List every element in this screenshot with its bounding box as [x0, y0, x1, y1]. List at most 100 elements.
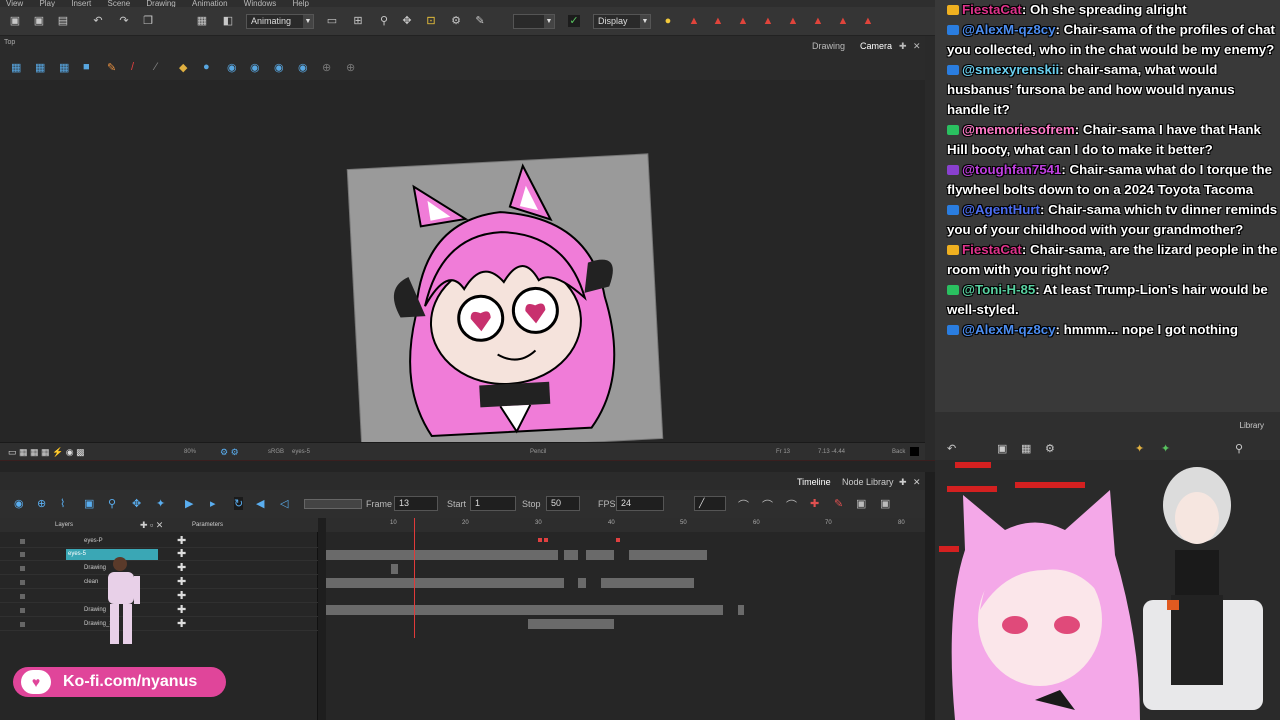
key-add-icon[interactable]: ✚ — [810, 497, 819, 510]
menu-help[interactable]: Help — [292, 0, 308, 7]
rig-icon[interactable]: ⚙ — [450, 15, 462, 27]
layer-visibility-toggle[interactable] — [20, 539, 25, 544]
track-row[interactable] — [326, 563, 925, 575]
keyframe-marker[interactable] — [616, 538, 620, 542]
layer-visibility-toggle[interactable] — [20, 552, 25, 557]
layer-row[interactable]: clean ✚ — [0, 576, 318, 589]
stop-field[interactable]: 50 — [546, 496, 580, 511]
play-icon[interactable]: ▶ — [185, 497, 193, 510]
exposure-block[interactable] — [326, 550, 558, 560]
layer-visibility-toggle[interactable] — [20, 622, 25, 627]
ease-icon[interactable]: ⌒ — [738, 497, 749, 513]
redo-icon[interactable]: ↷ — [118, 15, 130, 27]
layer-visibility-toggle[interactable] — [20, 594, 25, 599]
library-icon[interactable]: ↶ — [947, 442, 956, 455]
layer-row[interactable]: eyes-P ✚ — [0, 535, 318, 548]
add-tab-icon[interactable]: ✚ — [899, 41, 907, 52]
layer-row[interactable]: ✚ — [0, 590, 318, 603]
exposure-block[interactable] — [326, 578, 564, 588]
menu-view[interactable]: View — [6, 0, 23, 7]
frame-grid[interactable]: 10 20 30 40 50 60 70 80 — [326, 518, 925, 720]
layer-row[interactable]: Drawing_3 ✚ — [0, 618, 318, 631]
menu-play[interactable]: Play — [39, 0, 55, 7]
line-icon[interactable]: ⁄ — [155, 61, 157, 73]
copy-icon[interactable]: ❐ — [142, 15, 154, 27]
keyframe-icon[interactable]: ▲ — [812, 15, 824, 27]
layer-row[interactable]: eyes-5 ✚ — [0, 548, 318, 561]
ease-icon[interactable]: ⌒ — [762, 497, 773, 513]
tool-icon[interactable]: ▣ — [84, 497, 94, 510]
library-icon[interactable]: ▦ — [1021, 442, 1031, 455]
tab-node-library[interactable]: Node Library — [842, 477, 894, 487]
layer-visibility-toggle[interactable] — [20, 580, 25, 585]
bg-swatch[interactable] — [910, 447, 919, 456]
exposure-block[interactable] — [578, 578, 586, 588]
playhead[interactable] — [414, 518, 415, 638]
track-row[interactable] — [326, 577, 925, 589]
pencil-icon[interactable]: / — [131, 61, 134, 73]
keyframe-icon[interactable]: ▲ — [787, 15, 799, 27]
exposure-block[interactable] — [564, 550, 578, 560]
drawing-canvas[interactable] — [347, 154, 663, 442]
track-row[interactable] — [326, 549, 925, 561]
empty-select[interactable]: ▼ — [513, 14, 555, 29]
layer-row[interactable]: Drawing ✚ — [0, 562, 318, 575]
library-icon[interactable]: ✦ — [1135, 442, 1144, 455]
close-icon[interactable]: ✕ — [913, 477, 921, 488]
onion-icon[interactable]: ◉ — [250, 61, 260, 74]
add-icon[interactable]: ✚ — [177, 604, 186, 617]
loop-icon[interactable]: ↻ — [234, 497, 244, 510]
zoom-level[interactable]: 80% — [184, 443, 196, 461]
library-icon[interactable]: ⚲ — [1235, 442, 1243, 455]
save-icon[interactable]: ▣ — [9, 15, 21, 27]
layer-row[interactable]: Drawing ✚ — [0, 604, 318, 617]
layer-visibility-toggle[interactable] — [20, 608, 25, 613]
view-tool-icon[interactable]: ▦ — [59, 61, 69, 74]
track-row[interactable] — [326, 535, 925, 547]
library-icon[interactable]: ⚙ — [1045, 442, 1055, 455]
checkmark-icon[interactable]: ✓ — [568, 15, 580, 27]
onion-icon[interactable]: ◉ — [298, 61, 308, 74]
reset-icon[interactable]: ⊕ — [346, 61, 355, 74]
exposure-block[interactable] — [528, 619, 614, 629]
volume-icon[interactable]: ◁ — [280, 497, 288, 510]
reset-icon[interactable]: ⊕ — [322, 61, 331, 74]
keyframe-icon[interactable]: ▲ — [837, 15, 849, 27]
fps-field[interactable]: 24 — [616, 496, 664, 511]
lightbulb-icon[interactable]: ● — [662, 15, 674, 27]
layer-props-icon[interactable]: ▣ — [880, 497, 890, 510]
add-tab-icon[interactable]: ✚ — [899, 477, 907, 488]
layer-visibility-toggle[interactable] — [20, 566, 25, 571]
track-row[interactable] — [326, 618, 925, 630]
display-select[interactable]: Display ▼ — [593, 14, 651, 29]
paste-icon[interactable]: ▦ — [196, 15, 208, 27]
frame-ruler[interactable]: 10 20 30 40 50 60 70 80 — [326, 518, 925, 532]
keyframe-icon[interactable]: ▲ — [862, 15, 874, 27]
tab-timeline[interactable]: Timeline — [797, 477, 831, 487]
tool-icon[interactable]: ⚲ — [108, 497, 116, 510]
keyframe-icon[interactable]: ▲ — [688, 15, 700, 27]
menu-animation[interactable]: Animation — [192, 0, 228, 7]
keyframe-icon[interactable]: ▲ — [737, 15, 749, 27]
key-remove-icon[interactable]: ✎ — [834, 497, 843, 510]
tool-icon[interactable]: ⊕ — [37, 497, 46, 510]
menu-insert[interactable]: Insert — [71, 0, 91, 7]
view-scroll-strip[interactable] — [925, 36, 935, 460]
menu-drawing[interactable]: Drawing — [146, 0, 175, 7]
settings-icon[interactable]: ⚙ ⚙ — [220, 443, 239, 461]
start-field[interactable]: 1 — [470, 496, 516, 511]
frame-icon[interactable]: ▭ ▦ ▦ ▦ ⚡ ◉ ▩ — [8, 443, 85, 461]
close-icon[interactable]: ✕ — [913, 41, 921, 52]
timeline-separator[interactable] — [0, 460, 935, 472]
hierarchy-icon[interactable]: ⚲ — [378, 15, 390, 27]
keyframe-marker[interactable] — [544, 538, 548, 542]
paint-icon[interactable]: ◆ — [179, 61, 187, 74]
track-row[interactable] — [326, 604, 925, 616]
transform-icon[interactable]: ⊞ — [352, 15, 364, 27]
onion-icon[interactable]: ◉ — [227, 61, 237, 74]
tab-library[interactable]: Library — [1240, 421, 1264, 430]
ease-icon[interactable]: ⌒ — [786, 497, 797, 513]
undo-icon[interactable]: ↶ — [92, 15, 104, 27]
layer-props-icon[interactable]: ▣ — [856, 497, 866, 510]
bulb-icon[interactable]: ● — [203, 61, 210, 73]
